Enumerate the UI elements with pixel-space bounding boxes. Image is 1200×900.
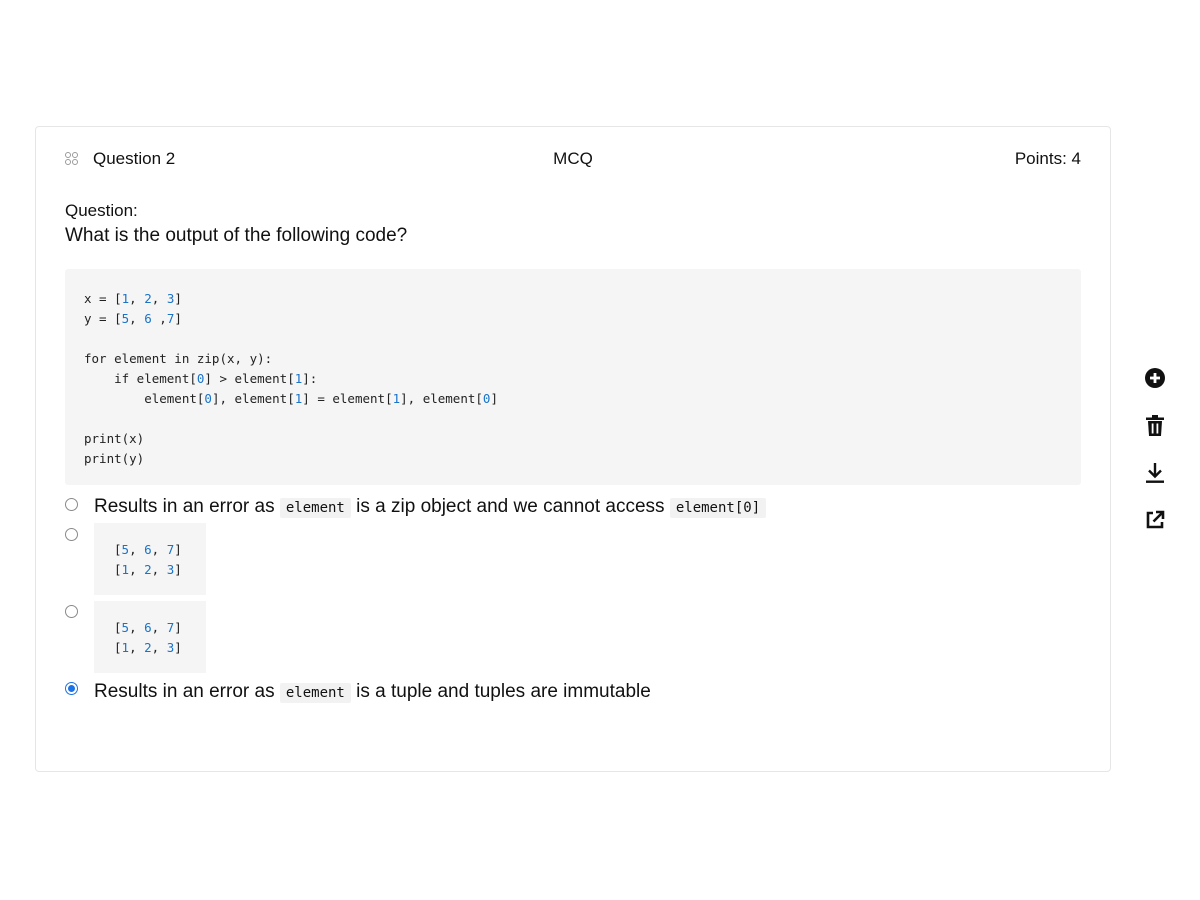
code-line: [5, 6, 7] xyxy=(114,620,182,635)
inline-code: element[0] xyxy=(669,498,767,518)
download-icon[interactable] xyxy=(1143,461,1167,485)
external-link-icon[interactable] xyxy=(1143,508,1167,532)
question-card: MCQ Question 2 Points: 4 Question: What … xyxy=(35,126,1111,772)
option-4-radio[interactable] xyxy=(65,682,78,695)
code-line: print(y) xyxy=(84,451,145,466)
option-3-code: [5, 6, 7] [1, 2, 3] xyxy=(94,601,206,673)
code-line: [1, 2, 3] xyxy=(114,562,182,577)
option-1-text: Results in an error as element is a zip … xyxy=(94,494,767,521)
question-code-block: x = [1, 2, 3] y = [5, 6 ,7] for element i… xyxy=(65,269,1081,485)
question-text: What is the output of the following code… xyxy=(65,225,408,246)
question-points: Points: 4 xyxy=(1014,149,1081,168)
option-3-radio[interactable] xyxy=(65,605,78,618)
option-2-code: [5, 6, 7] [1, 2, 3] xyxy=(94,523,206,595)
question-label: Question: xyxy=(65,201,138,220)
question-title-group: Question 2 xyxy=(65,147,175,171)
question-header: MCQ Question 2 Points: 4 xyxy=(65,147,1081,171)
grid-dots-icon[interactable] xyxy=(65,152,79,166)
code-line: [1, 2, 3] xyxy=(114,640,182,655)
inline-code: element xyxy=(279,683,351,703)
code-line: [5, 6, 7] xyxy=(114,542,182,557)
code-line: for element in zip(x, y): xyxy=(84,351,273,366)
code-line: if element[0] > element[1]: xyxy=(84,371,318,386)
add-icon[interactable] xyxy=(1143,366,1167,390)
code-line: element[0], element[1] = element[1], ele… xyxy=(84,391,498,406)
question-type: MCQ xyxy=(553,149,593,168)
code-line: y = [5, 6 ,7] xyxy=(84,311,182,326)
trash-icon[interactable] xyxy=(1143,414,1167,438)
code-line: x = [1, 2, 3] xyxy=(84,291,182,306)
inline-code: element xyxy=(279,498,351,518)
option-4-text: Results in an error as element is a tupl… xyxy=(94,681,651,703)
option-1-radio[interactable] xyxy=(65,498,78,511)
question-title: Question 2 xyxy=(93,149,176,168)
code-line: print(x) xyxy=(84,431,145,446)
option-2-radio[interactable] xyxy=(65,528,78,541)
